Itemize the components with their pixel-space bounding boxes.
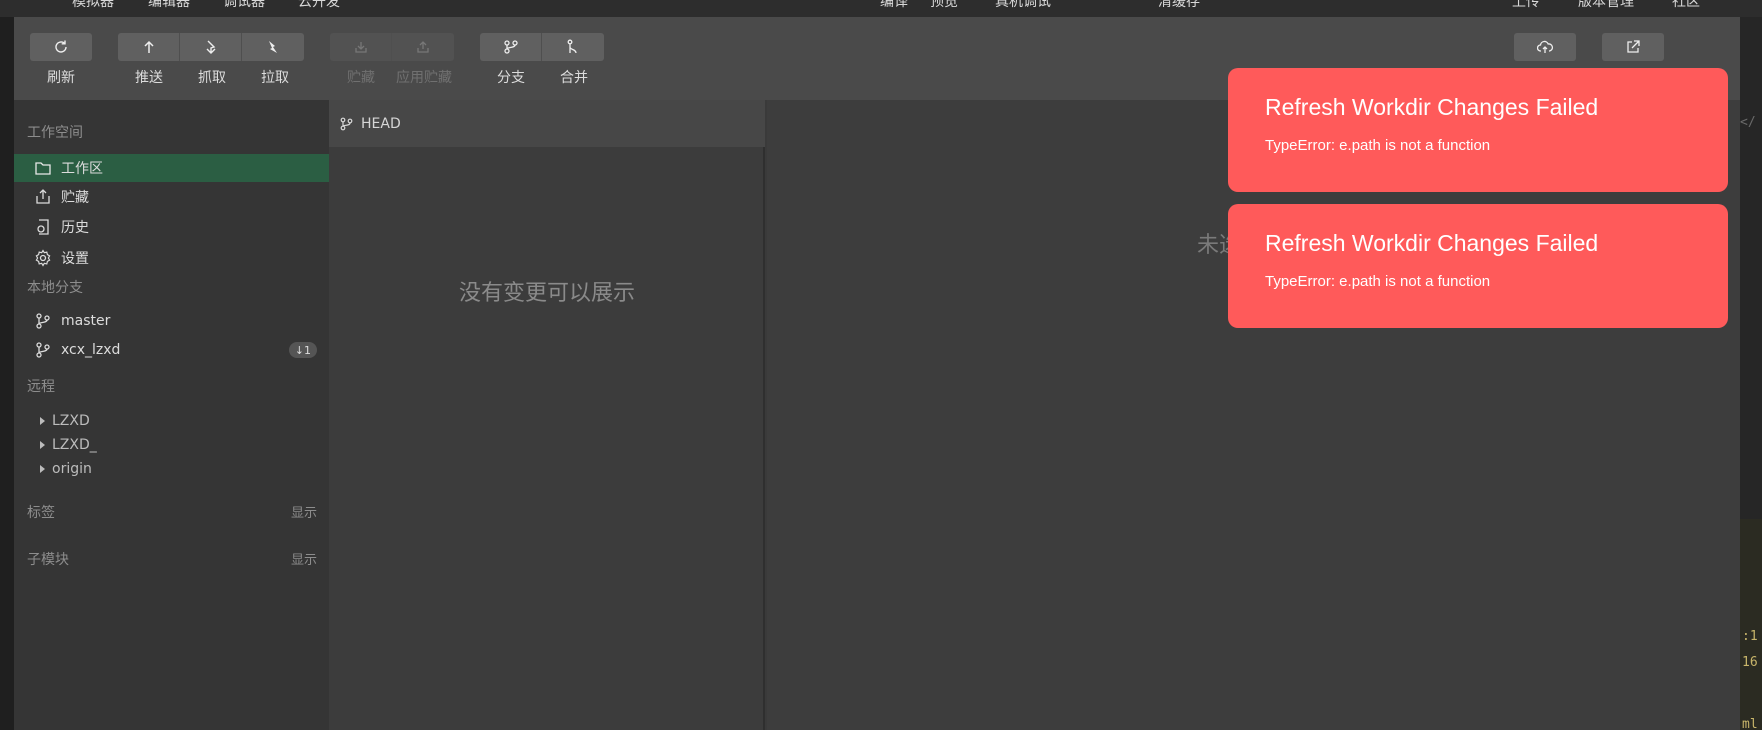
menu-community[interactable]: 社区 [1672, 0, 1700, 11]
sidebar-item-label: 历史 [61, 220, 89, 236]
remotes-title: 远程 [27, 379, 55, 395]
pull-button[interactable] [242, 33, 304, 61]
remote-item-lzxd[interactable]: LZXD [40, 413, 90, 429]
expand-arrow-icon [40, 465, 45, 473]
merge-label: 合并 [560, 70, 588, 86]
sidebar-item-stash[interactable]: 贮藏 [14, 183, 329, 211]
stash-label: 贮藏 [347, 70, 375, 86]
toast-message: TypeError: e.path is not a function [1265, 273, 1491, 290]
branch-item-master[interactable]: master [14, 307, 329, 335]
push-icon [143, 40, 154, 53]
open-external-button[interactable] [1602, 33, 1664, 61]
submodules-title: 子模块 [27, 552, 69, 568]
branch-icon [340, 117, 353, 130]
tags-show-toggle[interactable]: 显示 [291, 502, 317, 521]
local-branches-title: 本地分支 [27, 280, 83, 296]
behind-count-badge: ↓1 [288, 342, 317, 358]
head-header[interactable]: HEAD [329, 100, 765, 147]
merge-icon [567, 39, 577, 54]
code-fragment: </ [1740, 115, 1756, 130]
branch-label: master [61, 313, 111, 329]
sidebar-item-label: 贮藏 [61, 190, 89, 206]
apply-stash-icon [417, 41, 429, 53]
menu-simulator[interactable]: 模拟器 [72, 0, 114, 11]
menu-remote-debug[interactable]: 真机调试 [995, 0, 1051, 11]
branch-icon [36, 342, 50, 358]
pull-label: 拉取 [261, 70, 289, 86]
push-button[interactable] [118, 33, 180, 61]
remote-item-origin[interactable]: origin [40, 461, 92, 477]
sidebar-item-label: 设置 [61, 251, 89, 267]
stash-icon [36, 189, 50, 204]
refresh-label: 刷新 [47, 70, 75, 86]
stash-button[interactable] [330, 33, 392, 61]
menu-editor[interactable]: 编辑器 [148, 0, 190, 11]
git-sidebar: 工作空间 工作区 贮藏 历史 设置 本地分支 master xcx_lzxd ↓… [14, 100, 329, 730]
apply-stash-button[interactable] [392, 33, 454, 61]
toast-title: Refresh Workdir Changes Failed [1265, 94, 1599, 120]
stash-icon [354, 42, 367, 53]
fetch-label: 抓取 [198, 70, 226, 86]
branch-label: xcx_lzxd [61, 342, 121, 358]
workspace-title: 工作空间 [27, 125, 83, 141]
menu-clear-cache[interactable]: 清缓存 [1158, 0, 1200, 11]
external-link-icon [1627, 40, 1640, 53]
toast-message: TypeError: e.path is not a function [1265, 137, 1491, 154]
changes-panel: HEAD 没有变更可以展示 [329, 100, 765, 730]
console-fragment: :1 16 ml [1740, 519, 1762, 730]
menu-upload[interactable]: 上传 [1512, 0, 1540, 11]
menu-debugger[interactable]: 调试器 [223, 0, 265, 11]
sidebar-item-history[interactable]: 历史 [14, 213, 329, 241]
branch-icon [36, 313, 50, 329]
menu-version[interactable]: 版本管理 [1578, 0, 1634, 11]
push-label: 推送 [135, 70, 163, 86]
no-changes-message: 没有变更可以展示 [458, 281, 635, 306]
menubar: 模拟器 编辑器 调试器 云开发 编译 预览 真机调试 清缓存 上传 版本管理 社… [0, 0, 1762, 17]
remote-label: LZXD [52, 413, 90, 429]
external-group [1602, 33, 1664, 61]
refresh-icon [55, 40, 67, 53]
apply-stash-label: 应用贮藏 [396, 70, 452, 86]
diff-panel: 未选 [767, 100, 1740, 730]
expand-arrow-icon [40, 417, 45, 425]
pull-icon [269, 41, 277, 53]
branch-label: 分支 [497, 70, 525, 86]
branch-button[interactable] [480, 33, 542, 61]
sidebar-item-workdir[interactable]: 工作区 [14, 154, 329, 182]
cloud-upload-icon [1537, 40, 1553, 53]
stash-group [330, 33, 454, 61]
cloud-button[interactable] [1514, 33, 1576, 61]
sync-group [118, 33, 304, 61]
sidebar-item-label: 工作区 [61, 161, 103, 177]
fetch-icon [206, 40, 215, 54]
remote-label: LZXD_ [52, 437, 97, 453]
gear-icon [35, 249, 51, 267]
menu-cloud[interactable]: 云开发 [298, 0, 340, 11]
error-toast[interactable]: Refresh Workdir Changes Failed TypeError… [1228, 68, 1728, 192]
menu-preview[interactable]: 预览 [930, 0, 958, 11]
refresh-group [30, 33, 92, 61]
remote-label: origin [52, 461, 92, 477]
refresh-button[interactable] [30, 33, 92, 61]
head-label: HEAD [361, 115, 401, 132]
editor-edge: </ 6 :1 16 ml [1740, 17, 1762, 730]
tags-title: 标签 [27, 505, 55, 521]
remote-item-lzxd-underscore[interactable]: LZXD_ [40, 437, 97, 453]
folder-icon [35, 162, 51, 175]
fetch-button[interactable] [180, 33, 242, 61]
branch-group [480, 33, 604, 61]
menu-compile[interactable]: 编译 [880, 0, 908, 11]
history-icon [37, 219, 49, 235]
cloud-group [1514, 33, 1576, 61]
expand-arrow-icon [40, 441, 45, 449]
branch-icon [503, 40, 518, 54]
toast-title: Refresh Workdir Changes Failed [1265, 230, 1599, 256]
merge-button[interactable] [542, 33, 604, 61]
error-toast[interactable]: Refresh Workdir Changes Failed TypeError… [1228, 204, 1728, 328]
branch-item-xcx-lzxd[interactable]: xcx_lzxd ↓1 [14, 336, 329, 364]
submodules-show-toggle[interactable]: 显示 [291, 549, 317, 568]
sidebar-item-settings[interactable]: 设置 [14, 244, 329, 272]
